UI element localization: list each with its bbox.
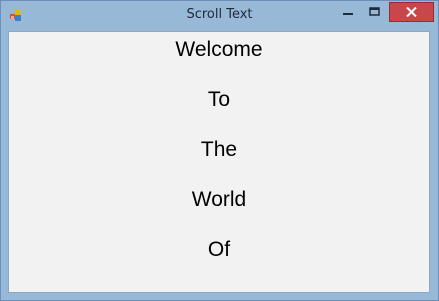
scroll-text-area: Welcome To The World Of (8, 31, 430, 293)
title-bar[interactable]: Scroll Text (1, 1, 438, 31)
app-window: Scroll Text Welcome To The World Of (0, 0, 439, 301)
text-line-world: World (191, 188, 247, 211)
text-line-to: To (207, 88, 231, 111)
app-icon (10, 10, 21, 21)
minimize-icon (343, 13, 353, 15)
text-line-of: Of (207, 238, 231, 261)
text-line-the: The (200, 138, 238, 161)
maximize-button[interactable] (361, 2, 387, 22)
maximize-icon (368, 7, 380, 16)
text-line-welcome: Welcome (175, 38, 263, 61)
close-button[interactable] (389, 2, 434, 22)
close-icon (406, 7, 417, 17)
minimize-button[interactable] (335, 2, 361, 22)
